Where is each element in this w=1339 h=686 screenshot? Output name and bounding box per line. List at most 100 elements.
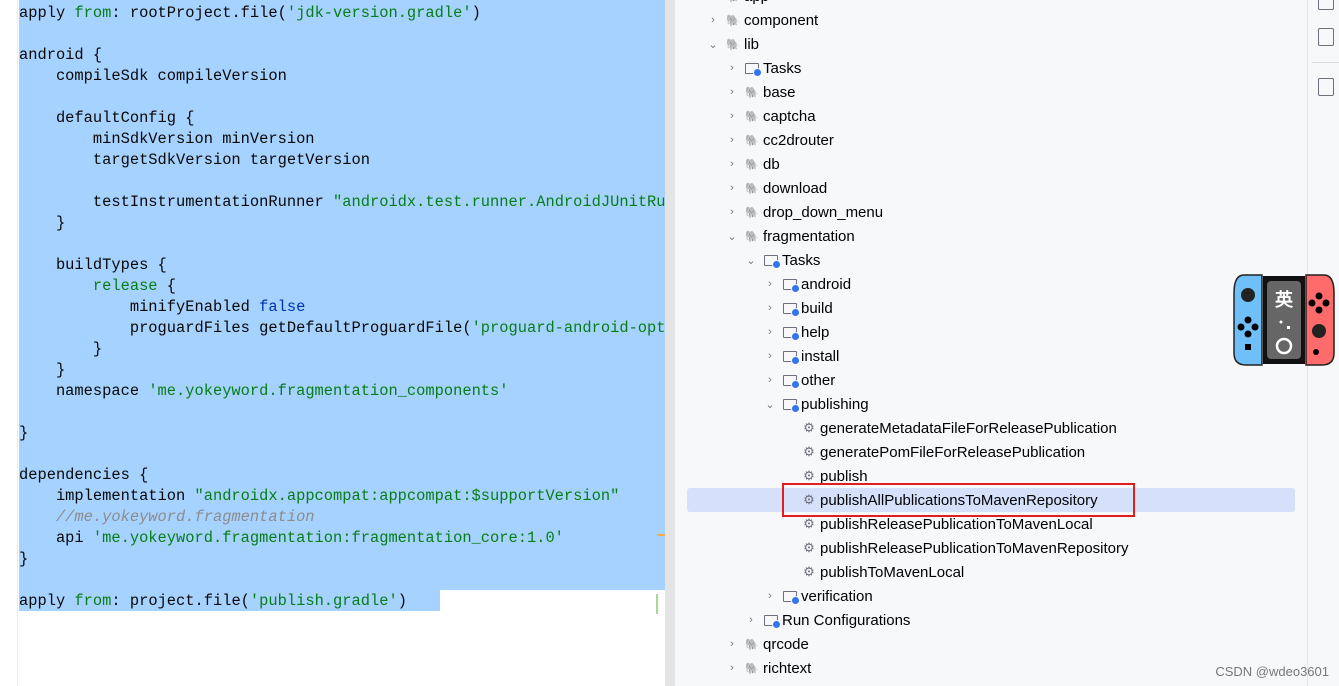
tree-item[interactable]: › Tasks	[675, 56, 1307, 80]
chevron-right-icon[interactable]: ›	[745, 614, 757, 626]
tree-item[interactable]: ⚙ publishReleasePublicationToMavenReposit…	[675, 536, 1307, 560]
code-line: }	[19, 213, 665, 234]
chevron-right-icon[interactable]: ›	[726, 134, 738, 146]
chevron-right-icon[interactable]: ›	[726, 206, 738, 218]
tree-item[interactable]: › Run Configurations	[675, 608, 1307, 632]
code-token: }	[19, 340, 103, 358]
code-token: release	[92, 277, 158, 295]
tree-item[interactable]: ⚙ generatePomFileForReleasePublication	[675, 440, 1307, 464]
code-token: apply	[19, 592, 75, 610]
code-token: targetSdkVersion targetVersion	[19, 151, 370, 169]
chevron-right-icon[interactable]: ›	[764, 302, 776, 314]
tree-item[interactable]: 🐘app	[675, 0, 1307, 8]
tree-item[interactable]: › 🐘 download	[675, 176, 1307, 200]
tree-item[interactable]: ⚙ publishToMavenLocal	[675, 560, 1307, 584]
code-token: apply	[19, 4, 75, 22]
chevron-right-icon[interactable]: ›	[707, 14, 719, 26]
tool-window-icon[interactable]	[1318, 0, 1334, 10]
code-line: minifyEnabled false	[19, 297, 665, 318]
tree-item[interactable]: › 🐘 captcha	[675, 104, 1307, 128]
device-search-icon[interactable]	[1318, 78, 1334, 96]
chevron-right-icon[interactable]: ›	[764, 590, 776, 602]
tree-item[interactable]: › 🐘 richtext	[675, 656, 1307, 680]
code-token: : project.file(	[111, 592, 250, 610]
ime-mode-label: 英	[1274, 289, 1294, 310]
tree-item[interactable]: ⌄ Tasks	[675, 248, 1307, 272]
code-line: }	[19, 423, 665, 444]
editor-scrollbar[interactable]	[665, 0, 675, 686]
code-token: 'publish.gradle'	[249, 592, 398, 610]
code-line: //me.yokeyword.fragmentation	[19, 507, 665, 528]
chevron-down-icon[interactable]: ⌄	[726, 230, 738, 243]
tree-item[interactable]: › install	[675, 344, 1307, 368]
tree-item[interactable]: › 🐘 cc2drouter	[675, 128, 1307, 152]
chevron-right-icon[interactable]: ›	[764, 326, 776, 338]
tree-item-label: install	[801, 347, 840, 365]
chevron-right-icon[interactable]: ›	[726, 662, 738, 674]
code-token: }	[19, 361, 66, 379]
tree-item[interactable]: › android	[675, 272, 1307, 296]
chevron-right-icon[interactable]: ›	[764, 278, 776, 290]
ime-joycon-icon[interactable]: 英	[1232, 273, 1336, 366]
chevron-right-icon[interactable]: ›	[726, 62, 738, 74]
chevron-right-icon[interactable]: ›	[726, 182, 738, 194]
tree-item-label: drop_down_menu	[763, 203, 884, 221]
chevron-down-icon[interactable]: ⌄	[745, 254, 757, 267]
code-content[interactable]: apply from: rootProject.file('jdk-versio…	[19, 3, 665, 612]
code-token: }	[19, 550, 29, 568]
change-marker	[656, 594, 658, 614]
chevron-down-icon[interactable]: ⌄	[707, 38, 719, 51]
tree-item[interactable]: › 🐘 db	[675, 152, 1307, 176]
code-token: "androidx.test.runner.AndroidJUnitRunner…	[333, 193, 665, 211]
tree-item[interactable]: › help	[675, 320, 1307, 344]
tree-item[interactable]: › verification	[675, 584, 1307, 608]
watermark: CSDN @wdeo3601	[1215, 664, 1329, 679]
tree-item-label: base	[763, 83, 796, 101]
code-token: dependencies {	[19, 466, 149, 484]
code-token: from	[74, 592, 112, 610]
tree-item[interactable]: › other	[675, 368, 1307, 392]
task-folder-icon	[782, 372, 800, 389]
gradle-module-icon: 🐘	[745, 110, 759, 123]
code-token: false	[259, 298, 306, 316]
tree-item[interactable]: › 🐘 component	[675, 8, 1307, 32]
tree-item[interactable]: › build	[675, 296, 1307, 320]
tree-item[interactable]: ⌄ publishing	[675, 392, 1307, 416]
chevron-right-icon[interactable]: ›	[726, 638, 738, 650]
device-link-icon[interactable]	[1318, 28, 1334, 46]
code-token: minifyEnabled	[19, 298, 260, 316]
tree-item[interactable]: ⚙ generateMetadataFileForReleasePublicati…	[675, 416, 1307, 440]
tree-item-label: captcha	[763, 107, 816, 125]
gradle-module-icon: 🐘	[745, 662, 759, 675]
code-line: testInstrumentationRunner "androidx.test…	[19, 192, 665, 213]
chevron-right-icon[interactable]: ›	[764, 374, 776, 386]
chevron-right-icon[interactable]: ›	[726, 86, 738, 98]
code-line: }	[19, 549, 665, 570]
gradle-module-icon: 🐘	[745, 158, 759, 171]
gradle-module-icon: 🐘	[726, 38, 740, 51]
chevron-right-icon[interactable]: ›	[764, 350, 776, 362]
gear-icon: ⚙	[803, 540, 815, 555]
code-token: }	[19, 424, 29, 442]
tree-item[interactable]: ⌄ 🐘 fragmentation	[675, 224, 1307, 248]
code-token: implementation	[19, 487, 195, 505]
tree-item[interactable]: ⌄ 🐘 lib	[675, 32, 1307, 56]
chevron-right-icon[interactable]: ›	[726, 110, 738, 122]
tree-item[interactable]: › 🐘 base	[675, 80, 1307, 104]
code-token: )	[471, 4, 481, 22]
tree-item-label: richtext	[763, 659, 812, 677]
tree-item-label: android	[801, 275, 852, 293]
code-token: "androidx.appcompat:appcompat:$supportVe…	[194, 487, 620, 505]
code-editor[interactable]: apply from: rootProject.file('jdk-versio…	[0, 0, 675, 686]
code-line: apply from: rootProject.file('jdk-versio…	[19, 3, 665, 24]
tree-item-label: publishReleasePublicationToMavenReposito…	[820, 539, 1129, 557]
code-line: minSdkVersion minVersion	[19, 129, 665, 150]
chevron-right-icon[interactable]: ›	[726, 158, 738, 170]
chevron-down-icon[interactable]: ⌄	[764, 398, 776, 411]
tree-item[interactable]: › 🐘 drop_down_menu	[675, 200, 1307, 224]
tree-item[interactable]: › 🐘 qrcode	[675, 632, 1307, 656]
gradle-tool-window-tree[interactable]: 🐘app›🐘component⌄🐘lib›Tasks›🐘base›🐘captch…	[675, 0, 1307, 686]
code-token: namespace	[19, 382, 149, 400]
